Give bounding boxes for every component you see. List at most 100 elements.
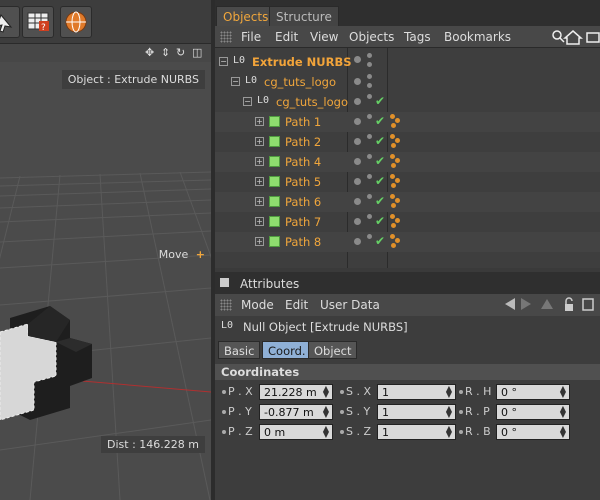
tab-structure[interactable]: Structure bbox=[269, 6, 339, 26]
forward-arrow-icon[interactable] bbox=[521, 298, 531, 310]
stepper-icon[interactable]: ▲ ▼ bbox=[323, 425, 329, 439]
render-visibility-dot[interactable] bbox=[367, 62, 372, 67]
stepper-icon[interactable]: ▲ ▼ bbox=[323, 385, 329, 399]
up-arrow-icon[interactable] bbox=[541, 299, 553, 309]
list-item[interactable]: − L0 cg_tuts_logo bbox=[215, 72, 600, 92]
new-panel-icon[interactable] bbox=[582, 298, 594, 311]
menu-file[interactable]: File bbox=[241, 30, 261, 44]
material-tag-icon[interactable] bbox=[390, 154, 402, 168]
material-tag-icon[interactable] bbox=[390, 234, 402, 248]
back-arrow-icon[interactable] bbox=[505, 298, 515, 310]
list-item[interactable]: − L0 cg_tuts_logo ✔ bbox=[215, 92, 600, 112]
collapse-icon[interactable]: − bbox=[231, 77, 240, 86]
enabled-check-icon[interactable]: ✔ bbox=[375, 154, 385, 168]
list-item[interactable]: + Path 6 ✔ bbox=[215, 192, 600, 212]
menu-objects[interactable]: Objects bbox=[349, 30, 394, 44]
scale-z-field[interactable]: 1 ▲ ▼ bbox=[377, 424, 456, 440]
web-browser-button[interactable] bbox=[60, 6, 92, 38]
menu-view[interactable]: View bbox=[310, 30, 338, 44]
list-item[interactable]: + Path 8 ✔ bbox=[215, 232, 600, 252]
expand-icon[interactable]: + bbox=[255, 137, 264, 146]
render-visibility-dot[interactable] bbox=[367, 114, 372, 119]
menu-user-data[interactable]: User Data bbox=[320, 298, 380, 312]
animate-dot[interactable] bbox=[459, 390, 463, 394]
animate-dot[interactable] bbox=[340, 390, 344, 394]
stepper-icon[interactable]: ▲ ▼ bbox=[323, 405, 329, 419]
list-item[interactable]: + Path 5 ✔ bbox=[215, 172, 600, 192]
stepper-icon[interactable]: ▲ ▼ bbox=[446, 385, 452, 399]
grip-icon[interactable] bbox=[220, 299, 232, 311]
editor-visibility-dot[interactable] bbox=[354, 98, 361, 105]
stepper-icon[interactable]: ▲ ▼ bbox=[560, 385, 566, 399]
expand-icon[interactable]: + bbox=[255, 197, 264, 206]
enabled-check-icon[interactable]: ✔ bbox=[375, 194, 385, 208]
collapse-icon[interactable]: − bbox=[243, 97, 252, 106]
list-item[interactable]: + Path 7 ✔ bbox=[215, 212, 600, 232]
position-y-field[interactable]: -0.877 m ▲ ▼ bbox=[259, 404, 333, 420]
tab-coord[interactable]: Coord. bbox=[262, 341, 312, 359]
tab-basic[interactable]: Basic bbox=[218, 341, 261, 359]
editor-visibility-dot[interactable] bbox=[354, 138, 361, 145]
material-tag-icon[interactable] bbox=[390, 114, 402, 128]
enabled-check-icon[interactable]: ✔ bbox=[375, 214, 385, 228]
scale-x-field[interactable]: 1 ▲ ▼ bbox=[377, 384, 456, 400]
collapse-icon[interactable]: − bbox=[219, 57, 228, 66]
expand-icon[interactable]: + bbox=[255, 177, 264, 186]
animate-dot[interactable] bbox=[222, 410, 226, 414]
editor-visibility-dot[interactable] bbox=[354, 218, 361, 225]
render-visibility-dot[interactable] bbox=[367, 214, 372, 219]
layers-icon[interactable] bbox=[586, 32, 600, 43]
render-visibility-dot[interactable] bbox=[367, 234, 372, 239]
grip-icon[interactable] bbox=[220, 31, 232, 43]
panel-toggle-icon[interactable] bbox=[220, 278, 229, 287]
home-icon[interactable] bbox=[563, 30, 583, 45]
expand-icon[interactable]: + bbox=[255, 117, 264, 126]
render-visibility-dot[interactable] bbox=[367, 134, 372, 139]
enabled-check-icon[interactable]: ✔ bbox=[375, 134, 385, 148]
stepper-icon[interactable]: ▲ ▼ bbox=[446, 405, 452, 419]
menu-tags[interactable]: Tags bbox=[404, 30, 431, 44]
move-view-icon[interactable]: ✥ bbox=[145, 46, 154, 59]
stepper-icon[interactable]: ▲ ▼ bbox=[560, 425, 566, 439]
viewport[interactable]: ? ✥ ⇕ ↻ ◫ Object : Extrude NURBS Move + … bbox=[0, 0, 211, 500]
tab-objects[interactable]: Objects bbox=[216, 6, 276, 26]
rotation-p-field[interactable]: 0 ° ▲ ▼ bbox=[496, 404, 570, 420]
editor-visibility-dot[interactable] bbox=[354, 178, 361, 185]
rotation-b-field[interactable]: 0 ° ▲ ▼ bbox=[496, 424, 570, 440]
editor-visibility-dot[interactable] bbox=[354, 238, 361, 245]
zoom-view-icon[interactable]: ⇕ bbox=[161, 46, 170, 59]
rotate-view-icon[interactable]: ↻ bbox=[176, 46, 185, 59]
editor-visibility-dot[interactable] bbox=[354, 158, 361, 165]
render-visibility-dot[interactable] bbox=[367, 94, 372, 99]
animate-dot[interactable] bbox=[459, 430, 463, 434]
editor-visibility-dot[interactable] bbox=[354, 56, 361, 63]
animate-dot[interactable] bbox=[222, 390, 226, 394]
list-item[interactable]: + Path 2 ✔ bbox=[215, 132, 600, 152]
render-visibility-dot[interactable] bbox=[367, 53, 372, 58]
menu-edit[interactable]: Edit bbox=[285, 298, 308, 312]
menu-edit[interactable]: Edit bbox=[275, 30, 298, 44]
material-tag-icon[interactable] bbox=[390, 174, 402, 188]
animate-dot[interactable] bbox=[459, 410, 463, 414]
expand-icon[interactable]: + bbox=[255, 157, 264, 166]
list-item[interactable]: + Path 4 ✔ bbox=[215, 152, 600, 172]
render-visibility-dot[interactable] bbox=[367, 74, 372, 79]
enabled-check-icon[interactable]: ✔ bbox=[375, 174, 385, 188]
tab-object[interactable]: Object bbox=[308, 341, 358, 359]
editor-visibility-dot[interactable] bbox=[354, 78, 361, 85]
stepper-icon[interactable]: ▲ ▼ bbox=[446, 425, 452, 439]
enabled-check-icon[interactable]: ✔ bbox=[375, 114, 385, 128]
render-visibility-dot[interactable] bbox=[367, 194, 372, 199]
list-item[interactable]: + Path 1 ✔ bbox=[215, 112, 600, 132]
list-item[interactable]: − L0 Extrude NURBS bbox=[215, 52, 600, 72]
enabled-check-icon[interactable]: ✔ bbox=[375, 234, 385, 248]
menu-bookmarks[interactable]: Bookmarks bbox=[444, 30, 511, 44]
render-visibility-dot[interactable] bbox=[367, 174, 372, 179]
animate-dot[interactable] bbox=[222, 430, 226, 434]
render-visibility-dot[interactable] bbox=[367, 154, 372, 159]
select-tool-button[interactable] bbox=[0, 6, 20, 38]
enabled-check-icon[interactable]: ✔ bbox=[375, 94, 385, 108]
rotation-h-field[interactable]: 0 ° ▲ ▼ bbox=[496, 384, 570, 400]
search-icon[interactable] bbox=[552, 30, 565, 43]
position-z-field[interactable]: 0 m ▲ ▼ bbox=[259, 424, 333, 440]
